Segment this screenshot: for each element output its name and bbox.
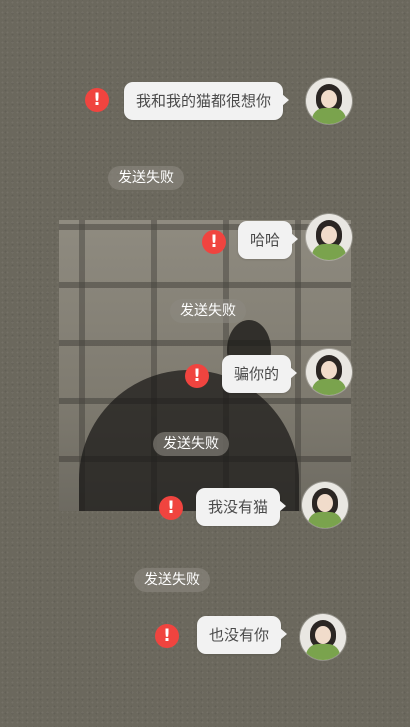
send-failed-icon[interactable]: ! bbox=[202, 230, 226, 254]
message-text: 哈哈 bbox=[250, 230, 281, 249]
chat-window: ! 我和我的猫都很想你 发送失败 ! 哈哈 发送失败 ! 骗你的 发送失败 ! … bbox=[0, 0, 410, 727]
message-bubble[interactable]: 也没有你 bbox=[197, 616, 288, 654]
avatar[interactable] bbox=[300, 614, 346, 660]
message-text: 我没有猫 bbox=[208, 497, 269, 516]
avatar[interactable] bbox=[306, 214, 352, 260]
avatar[interactable] bbox=[306, 349, 352, 395]
message-text: 我和我的猫都很想你 bbox=[136, 91, 272, 110]
avatar[interactable] bbox=[306, 78, 352, 124]
message-bubble[interactable]: 我和我的猫都很想你 bbox=[124, 82, 290, 120]
send-failed-icon[interactable]: ! bbox=[155, 624, 179, 648]
message-text: 骗你的 bbox=[234, 364, 280, 383]
send-failed-icon[interactable]: ! bbox=[159, 496, 183, 520]
send-failed-label: 发送失败 bbox=[153, 432, 229, 456]
avatar[interactable] bbox=[302, 482, 348, 528]
message-bubble[interactable]: 哈哈 bbox=[238, 221, 299, 259]
send-failed-label: 发送失败 bbox=[134, 568, 210, 592]
message-bubble[interactable]: 我没有猫 bbox=[196, 488, 287, 526]
send-failed-label: 发送失败 bbox=[170, 299, 246, 323]
send-failed-icon[interactable]: ! bbox=[185, 364, 209, 388]
message-bubble[interactable]: 骗你的 bbox=[222, 355, 298, 393]
send-failed-label: 发送失败 bbox=[108, 166, 184, 190]
send-failed-icon[interactable]: ! bbox=[85, 88, 109, 112]
message-text: 也没有你 bbox=[209, 625, 270, 644]
